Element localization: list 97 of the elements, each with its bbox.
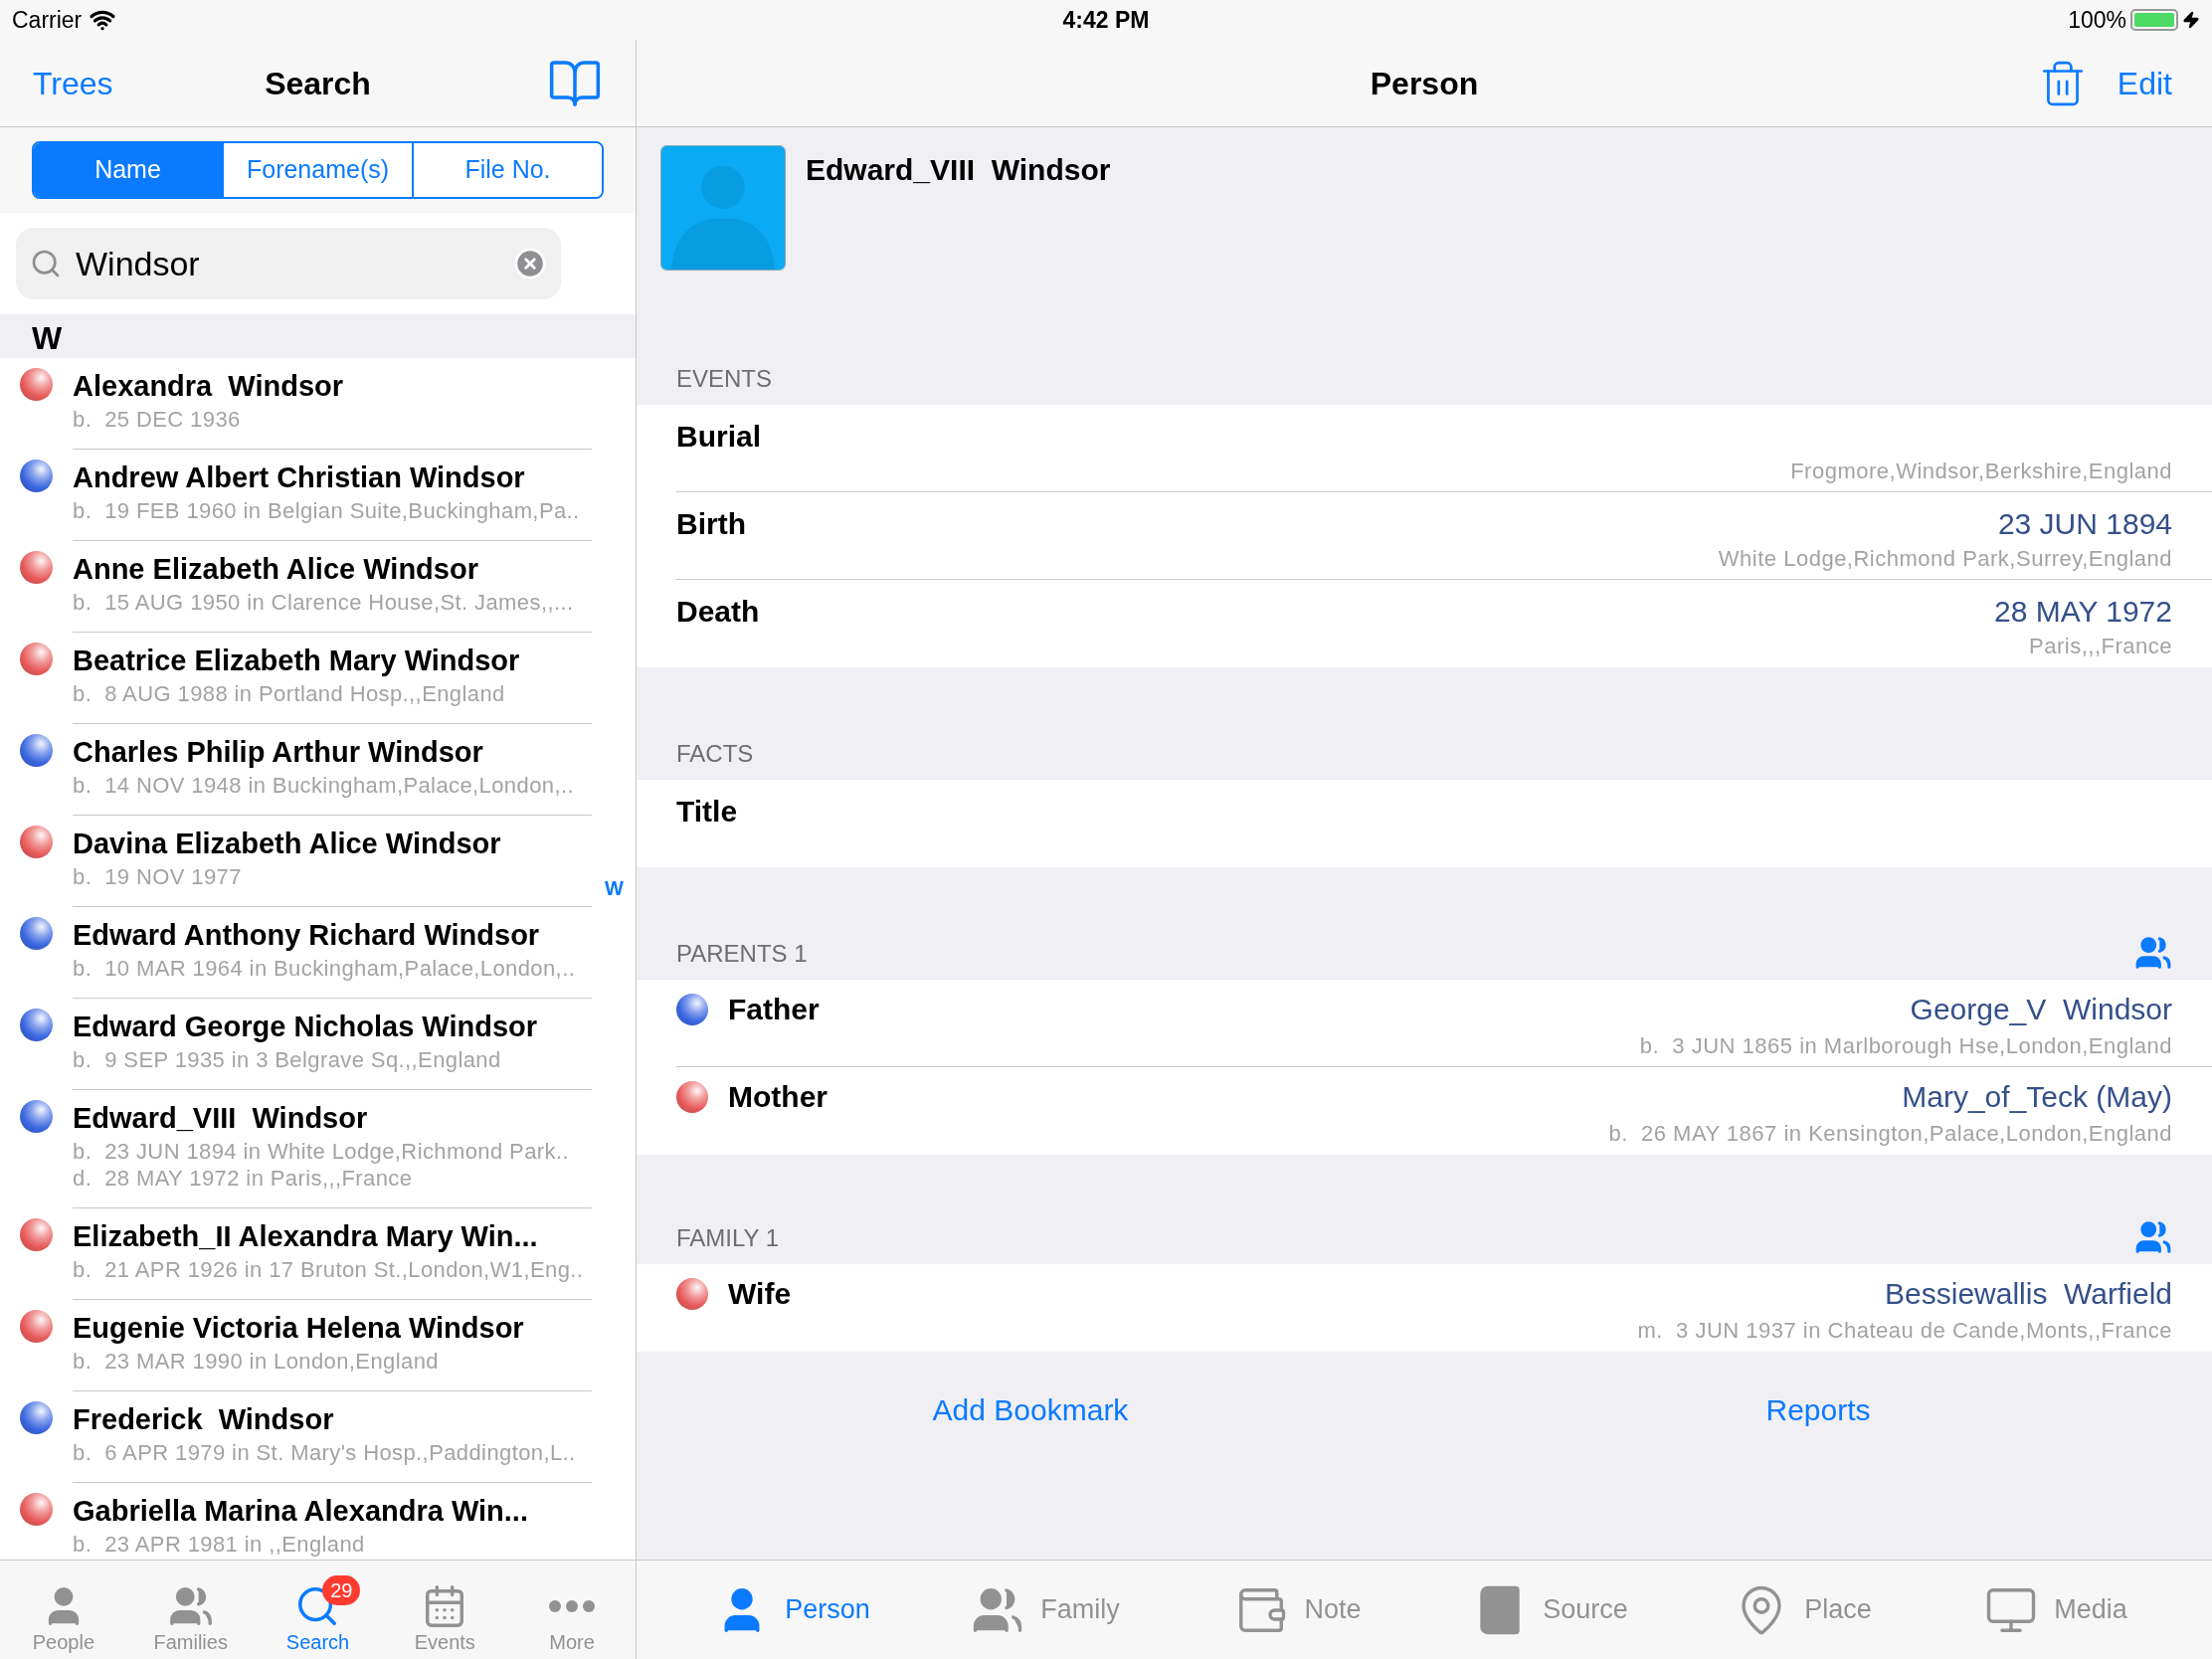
tab-bar-item[interactable]: Families [126,1561,255,1659]
person-row[interactable]: Anne Elizabeth Alice Windsor b. 15 AUG 1950 in Clarence House,St. James,,... [0,541,636,633]
relation-label: Wife [728,1276,792,1312]
tab-bar-item[interactable]: Media [1930,1561,2182,1659]
person-row[interactable]: Andrew Albert Christian Windsor b. 19 FEB 1960 in Belgian Suite,Buckingham,Pa.. [0,450,636,541]
relative-link[interactable]: Bessiewallis Warfield [1885,1274,2172,1314]
action-link[interactable]: Reports [1765,1387,1871,1432]
person-row[interactable]: Beatrice Elizabeth Mary Windsor b. 8 AUG 1988 in Portland Hosp.,,England [0,633,636,724]
section-header: EVENTS [676,364,773,394]
people-icon[interactable] [2134,1218,2172,1256]
relation-label: Father [728,992,820,1027]
avatar-icon [660,145,786,271]
person-row[interactable]: Edward Anthony Richard Windsor b. 10 MAR 1964 in Buckingham,Palace,London,.. [0,907,636,999]
tab-bar-item[interactable]: 29 Search [254,1561,382,1659]
section-header: FACTS [676,739,754,769]
carrier-label: Carrier [12,5,83,35]
event-date: 28 MAY 1972 [1993,594,2172,630]
person-dates: b. 19 NOV 1977 [73,863,243,890]
tab-bar-item[interactable]: Person [666,1561,919,1659]
section-letter: W [32,319,63,358]
person-name: Edward_VIII Windsor [73,1101,369,1136]
person-name: Edward George Nicholas Windsor [73,1010,539,1044]
person-dates: b. 14 NOV 1948 in Buckingham,Palace,London,.. [73,772,575,799]
person-row[interactable]: Edward George Nicholas Windsor b. 9 SEP 1935 in 3 Belgrave Sq.,,England [0,999,636,1090]
clear-icon[interactable] [513,247,547,280]
person-name: Edward Anthony Richard Windsor [73,918,541,953]
person-name: Charles Philip Arthur Windsor [73,735,484,770]
person-name: Davina Elizabeth Alice Windsor [73,827,502,861]
search-field[interactable]: Windsor [16,228,561,299]
event-place: White Lodge,Richmond Park,Surrey,England [1718,545,2172,573]
tab-bar-item[interactable]: More [508,1561,636,1659]
more-icon [549,1600,596,1612]
event-label: Burial [676,419,762,455]
person-dates: d. 28 MAY 1972 in Paris,,,France [73,1165,414,1192]
tab-bar-item[interactable]: Place [1677,1561,1930,1659]
person-dates: b. 8 AUG 1988 in Portland Hosp.,,England [73,680,506,707]
person-name: Beatrice Elizabeth Mary Windsor [73,644,521,678]
tab-bar-item[interactable]: Family [919,1561,1172,1659]
person-dates: b. 23 JUN 1894 in White Lodge,Richmond Park.. [73,1138,570,1165]
nav-title: Person [1370,64,1479,103]
segment-tab[interactable]: Name [34,143,222,197]
battery-icon [2130,9,2178,31]
search-icon [30,248,62,279]
event-place: Paris,,,France [2029,633,2172,660]
person-row[interactable]: Frederick Windsor b. 6 APR 1979 in St. Mary's Hosp.,Paddington,L.. [0,1391,636,1483]
segment-tab[interactable]: File No. [412,143,602,197]
index-letter[interactable]: W [605,873,624,903]
relative-detail: b. 3 JUN 1865 in Marlborough Hse,London,England [1639,1032,2172,1060]
status-time: 4:42 PM [1062,5,1150,35]
relative-link[interactable]: George_V Windsor [1910,990,2172,1029]
person-dates: b. 25 DEC 1936 [73,406,242,433]
person-dates: b. 9 SEP 1935 in 3 Belgrave Sq.,,England [73,1046,502,1073]
relative-link[interactable]: Mary_of_Teck (May) [1902,1077,2172,1117]
person-name: Elizabeth_II Alexandra Mary Win... [73,1219,539,1254]
tab-bar-item[interactable]: People [0,1561,127,1659]
relation-label: Mother [728,1079,828,1115]
person-dates: b. 23 MAR 1990 in London,England [73,1348,440,1375]
person-name: Alexandra Windsor [73,369,345,404]
person-name: Edward_VIII Windsor [806,152,1111,188]
section-header: FAMILY 1 [676,1223,780,1253]
person-dates: b. 6 APR 1979 in St. Mary's Hosp.,Paddington,L.. [73,1439,577,1466]
person-dates: b. 23 APR 1981 in ,,England [73,1531,366,1558]
person-name: Eugenie Victoria Helena Windsor [73,1311,525,1346]
count-badge: 29 [322,1575,361,1605]
person-row[interactable]: Charles Philip Arthur Windsor b. 14 NOV 1948 in Buckingham,Palace,London,.. [0,724,636,816]
nav-title: Search [265,64,371,103]
battery-percent: 100% [2068,5,2126,35]
tab-bar-item[interactable]: Source [1424,1561,1677,1659]
back-button[interactable]: Trees [33,59,113,107]
tab-bar-item[interactable]: Events [381,1561,509,1659]
person-dates: b. 15 AUG 1950 in Clarence House,St. James,,... [73,589,575,616]
person-name: Anne Elizabeth Alice Windsor [73,552,479,587]
action-link[interactable]: Add Bookmark [932,1387,1129,1432]
person-dates: b. 19 FEB 1960 in Belgian Suite,Buckingham,Pa.. [73,497,581,524]
event-place: Frogmore,Windsor,Berkshire,England [1790,458,2172,485]
event-label: Title [676,794,738,830]
person-row[interactable]: Alexandra Windsor b. 25 DEC 1936 [0,358,636,450]
person-row[interactable]: Elizabeth_II Alexandra Mary Win... b. 21 APR 1926 in 17 Bruton St.,London,W1,Eng.. [0,1208,636,1300]
people-icon[interactable] [2134,934,2172,972]
event-label: Death [676,594,760,630]
person-name: Gabriella Marina Alexandra Win... [73,1494,529,1529]
charging-icon [2182,11,2200,29]
event-date: 23 JUN 1894 [1997,506,2172,542]
edit-button[interactable]: Edit [2117,59,2172,107]
person-name: Andrew Albert Christian Windsor [73,461,526,495]
person-name: Frederick Windsor [73,1402,335,1437]
relative-detail: b. 26 MAY 1867 in Kensington,Palace,London,England [1608,1120,2172,1148]
tab-bar-item[interactable]: Note [1172,1561,1424,1659]
segment-tab[interactable]: Forename(s) [222,143,412,197]
event-label: Birth [676,506,746,542]
section-header: PARENTS 1 [676,939,808,969]
person-dates: b. 10 MAR 1964 in Buckingham,Palace,London,.. [73,955,577,982]
person-row[interactable]: Eugenie Victoria Helena Windsor b. 23 MAR 1990 in London,England [0,1300,636,1391]
person-dates: b. 21 APR 1926 in 17 Bruton St.,London,W1,Eng.. [73,1256,585,1283]
person-row[interactable]: Gabriella Marina Alexandra Win... b. 23 APR 1981 in ,,England [0,1483,636,1560]
person-row[interactable]: Edward_VIII Windsor b. 23 JUN 1894 in White Lodge,Richmond Park.. d. 28 MAY 1972 in Paris,,,France [0,1090,636,1208]
relative-detail: m. 3 JUN 1937 in Chateau de Cande,Monts,,France [1637,1317,2172,1345]
